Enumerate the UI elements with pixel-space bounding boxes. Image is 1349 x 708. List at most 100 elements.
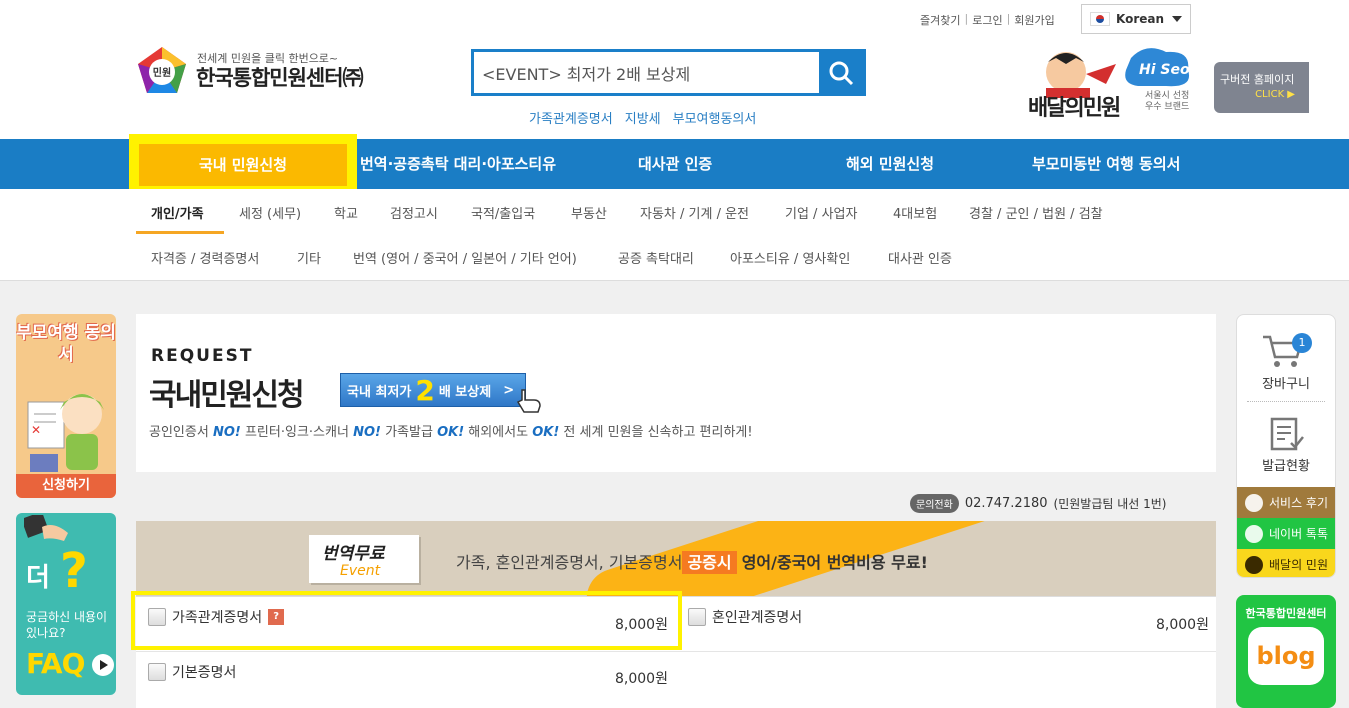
- kakao-talk-button[interactable]: 배달의 민원: [1237, 549, 1335, 577]
- naver-talk-label: 네이버 톡톡: [1269, 527, 1329, 541]
- header: 즐겨찾기 | 로그인 | 회원가입 Korean 민원 전세계 민원을 클릭 한번으…: [0, 0, 1349, 139]
- hand-icon: [24, 515, 68, 541]
- search-input[interactable]: [474, 52, 819, 93]
- quick-link-local-tax[interactable]: 지방세: [625, 108, 661, 127]
- basic-cert-label: 기본증명서: [172, 665, 237, 681]
- brand-title: 배달의민원: [1028, 96, 1121, 121]
- chat-icon: [1245, 524, 1263, 543]
- service-review-label: 서비스 후기: [1269, 496, 1329, 510]
- marriage-cert-price: 8,000원: [1156, 617, 1209, 633]
- banner2-text: 궁금하신 내용이 있나요?: [26, 610, 108, 640]
- talk-icon: [1245, 555, 1263, 574]
- lowest-price-badge[interactable]: 국내 최저가 2 배 보상제 >: [340, 373, 526, 407]
- subnav-active-underline: [136, 231, 224, 234]
- list-item[interactable]: 기본증명서: [148, 662, 236, 682]
- subnav-translation[interactable]: 번역 (영어 / 중국어 / 일본어 / 기타 언어): [353, 248, 577, 267]
- parent-consent-banner[interactable]: 부모여행 동의서 ✕ 신청하기: [16, 314, 116, 498]
- search-button[interactable]: [819, 52, 863, 93]
- nav-domestic[interactable]: 국내 민원신청: [139, 144, 347, 186]
- signup-link[interactable]: 회원가입: [1014, 12, 1054, 28]
- subnav-notary[interactable]: 공증 촉탁대리: [618, 248, 694, 267]
- quick-links: 가족관계증명서 지방세 부모여행동의서: [529, 108, 756, 127]
- nav-translation[interactable]: 번역·공증촉탁 대리·아포스티유: [360, 139, 556, 189]
- phone-tag: 문의전화: [910, 494, 959, 513]
- event-title: 번역무료: [322, 544, 385, 564]
- nav-overseas[interactable]: 해외 민원신청: [846, 139, 934, 189]
- blog-banner[interactable]: 한국통합민원센터 blog: [1236, 595, 1336, 708]
- old-homepage-label: 구버전 홈페이지: [1220, 73, 1295, 86]
- banner1-title: 부모여행 동의서: [16, 323, 116, 365]
- cart-label[interactable]: 장바구니: [1237, 373, 1335, 392]
- badge-two: 2: [415, 373, 435, 407]
- bookmark-link[interactable]: 즐겨찾기: [920, 12, 960, 28]
- logo-mark-text: 민원: [153, 66, 171, 79]
- separator: |: [964, 12, 969, 25]
- subnav-other[interactable]: 기타: [297, 248, 321, 267]
- basic-cert-price: 8,000원: [615, 671, 668, 687]
- row-divider: [136, 651, 1216, 652]
- marriage-cert-checkbox[interactable]: [688, 608, 706, 626]
- apply-button[interactable]: 신청하기: [16, 474, 116, 498]
- subnav-tax[interactable]: 세정 (세무): [239, 203, 301, 222]
- search-box: [471, 49, 866, 96]
- quick-link-parent-consent[interactable]: 부모여행동의서: [673, 108, 757, 127]
- request-panel: REQUEST 국내민원신청 국내 최저가 2 배 보상제 > 공인인증서 NO…: [136, 314, 1216, 472]
- top-links: 즐겨찾기 | 로그인 | 회원가입: [920, 12, 1055, 28]
- language-select[interactable]: Korean: [1081, 4, 1191, 34]
- naver-talk-button[interactable]: 네이버 톡톡: [1237, 518, 1335, 549]
- subnav-personal-family[interactable]: 개인/가족: [151, 203, 204, 222]
- issue-status-label[interactable]: 발급현황: [1237, 455, 1335, 474]
- event-subtitle: Event: [340, 563, 381, 579]
- subnav-nationality[interactable]: 국적/출입국: [471, 203, 535, 222]
- old-homepage-click: CLICK ▶: [1255, 89, 1295, 100]
- badge-prefix: 국내 최저가: [347, 384, 412, 400]
- document-icon[interactable]: [1269, 417, 1305, 451]
- service-review-button[interactable]: 서비스 후기: [1237, 487, 1335, 518]
- question-mark-icon: ?: [60, 543, 88, 599]
- search-icon: [829, 61, 854, 85]
- phone-note: (민원발급팀 내선 1번): [1053, 497, 1167, 511]
- quick-link-family-cert[interactable]: 가족관계증명서: [529, 108, 613, 127]
- subnav-embassy[interactable]: 대사관 인증: [888, 248, 952, 267]
- list-item[interactable]: 혼인관계증명서: [688, 607, 802, 627]
- nav-parent-consent[interactable]: 부모미동반 여행 동의서: [1032, 139, 1180, 189]
- chevron-down-icon: [1172, 16, 1182, 22]
- brand-subtitle: 서울시 선정 우수 브랜드: [1145, 91, 1190, 112]
- item-highlight-box: [131, 591, 682, 650]
- translation-event-banner[interactable]: 번역무료 Event 가족, 혼인관계증명서, 기본증명서 공증시 영어/중국어 …: [136, 521, 1216, 596]
- marriage-cert-label: 혼인관계증명서: [712, 610, 803, 626]
- subnav-business[interactable]: 기업 / 사업자: [785, 203, 857, 222]
- nav-embassy[interactable]: 대사관 인증: [638, 139, 712, 189]
- subnav-ged[interactable]: 검정고시: [390, 203, 438, 222]
- girl-illustration-icon: ✕: [27, 394, 104, 472]
- subnav-real-estate[interactable]: 부동산: [571, 203, 607, 222]
- subnav-vehicle[interactable]: 자동차 / 기계 / 운전: [640, 203, 749, 222]
- subnav-license[interactable]: 자격증 / 경력증명서: [151, 248, 259, 267]
- subnav-police[interactable]: 경찰 / 군인 / 법원 / 검찰: [969, 203, 1103, 222]
- event-text: 가족, 혼인관계증명서, 기본증명서 공증시 영어/중국어 번역비용 무료!: [456, 551, 928, 574]
- contact-phone: 문의전화 02.747.2180 (민원발급팀 내선 1번): [910, 494, 1166, 513]
- svg-text:✕: ✕: [31, 423, 41, 437]
- banner2-big-text: 더: [26, 563, 50, 593]
- star-icon: [1245, 493, 1263, 512]
- korea-flag-icon: [1090, 12, 1110, 26]
- logo-title[interactable]: 한국통합민원센터㈜: [196, 62, 364, 92]
- separator: |: [1006, 12, 1011, 25]
- divider: [1247, 401, 1325, 402]
- old-homepage-button[interactable]: 구버전 홈페이지 CLICK ▶: [1214, 62, 1309, 113]
- request-description: 공인인증서 NO! 프린터·잉크·스캐너 NO! 가족발급 OK! 해외에서도 …: [149, 425, 753, 440]
- blog-icon: blog: [1248, 627, 1324, 685]
- phone-number: 02.747.2180: [964, 496, 1048, 511]
- subnav-school[interactable]: 학교: [334, 203, 358, 222]
- cursor-hand-icon: [516, 389, 541, 413]
- cart-count-badge: 1: [1292, 333, 1312, 353]
- login-link[interactable]: 로그인: [972, 12, 1002, 28]
- subnav-apostille[interactable]: 아포스티유 / 영사확인: [730, 248, 850, 267]
- logo-icon[interactable]: 민원: [136, 45, 188, 95]
- faq-banner[interactable]: 더 ? 궁금하신 내용이 있나요? FAQ: [16, 513, 116, 695]
- badge-arrow: >: [503, 382, 515, 398]
- subnav-insurance[interactable]: 4대보험: [893, 203, 937, 222]
- brand-hi-text: Hi Seoul: [1139, 62, 1196, 78]
- badge-suffix: 배 보상제: [438, 384, 492, 400]
- basic-cert-checkbox[interactable]: [148, 663, 166, 681]
